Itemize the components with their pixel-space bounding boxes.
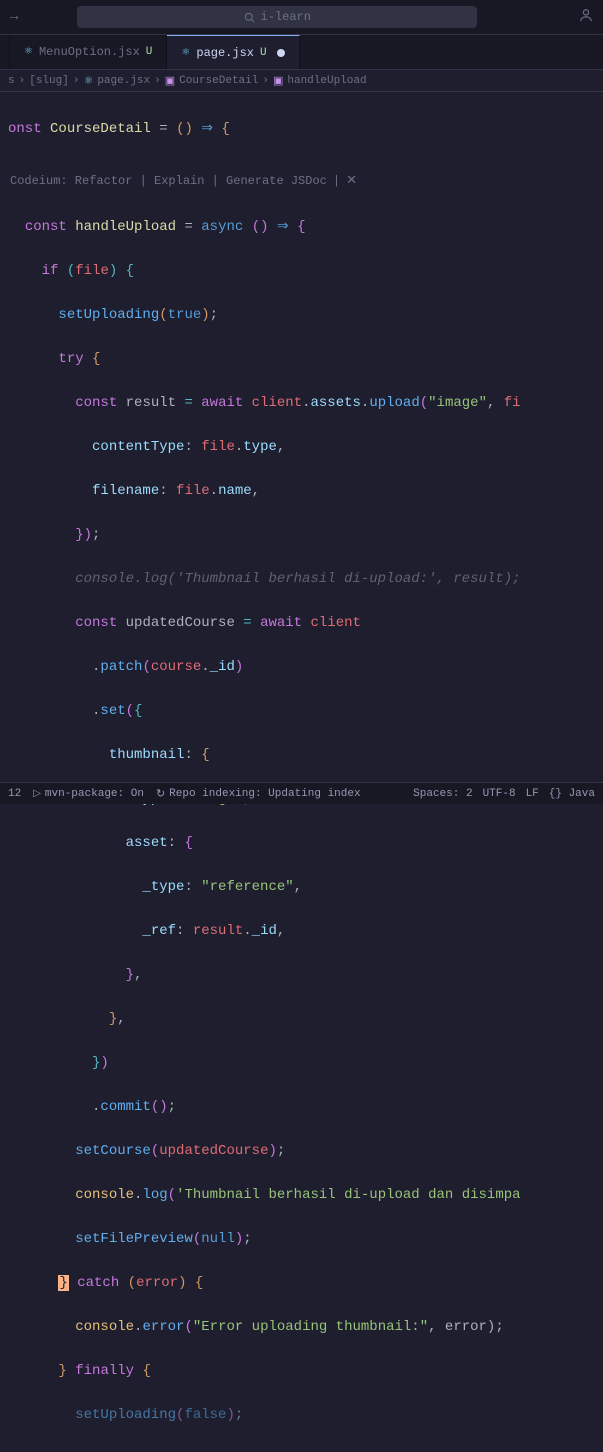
status-bar: 12 mvn-package: On Repo indexing: Updati…	[0, 782, 603, 804]
play-icon	[33, 788, 41, 800]
react-icon: ⚛	[24, 46, 33, 58]
code-editor[interactable]: onst CourseDetail = () ⇒ { Codeium: Refa…	[0, 92, 603, 1452]
status-mvn[interactable]: mvn-package: On	[33, 788, 144, 800]
tab-menuoption[interactable]: ⚛ MenuOption.jsx U	[10, 35, 167, 69]
chevron-right-icon: ›	[73, 75, 80, 87]
status-line-number[interactable]: 12	[8, 788, 21, 800]
status-eol[interactable]: LF	[526, 788, 539, 800]
account-icon[interactable]	[579, 8, 593, 27]
status-language[interactable]: {} Java	[549, 788, 595, 800]
dirty-indicator-icon	[277, 49, 285, 57]
tab-git-status: U	[260, 47, 267, 59]
breadcrumb-item[interactable]: page.jsx	[97, 75, 150, 87]
codelens-sep: |	[333, 170, 340, 192]
tab-page-active[interactable]: ⚛ page.jsx U	[167, 35, 299, 69]
breadcrumb-item[interactable]: s	[8, 75, 15, 87]
react-icon: ⚛	[83, 74, 93, 88]
breadcrumb-item[interactable]: [slug]	[29, 75, 69, 87]
codelens[interactable]: Codeium: Refactor | Explain | Generate J…	[8, 170, 603, 192]
status-encoding[interactable]: UTF-8	[483, 788, 516, 800]
search-icon	[244, 12, 255, 23]
status-repo-indexing[interactable]: Repo indexing: Updating index	[156, 787, 361, 801]
react-icon: ⚛	[181, 47, 190, 59]
tab-label: MenuOption.jsx	[39, 45, 140, 59]
title-bar: → i-learn	[0, 0, 603, 35]
breadcrumb-item[interactable]: handleUpload	[287, 75, 366, 87]
search-placeholder: i-learn	[261, 10, 311, 24]
breadcrumb[interactable]: s › [slug] › ⚛ page.jsx › ▣ CourseDetail…	[0, 70, 603, 92]
editor-tabs: ⚛ MenuOption.jsx U ⚛ page.jsx U	[0, 35, 603, 70]
nav-forward-icon[interactable]: →	[10, 9, 18, 25]
chevron-right-icon: ›	[154, 75, 161, 87]
command-center-search[interactable]: i-learn	[77, 6, 477, 28]
breadcrumb-item[interactable]: CourseDetail	[179, 75, 258, 87]
status-spaces[interactable]: Spaces: 2	[413, 788, 472, 800]
tab-label: page.jsx	[196, 46, 254, 60]
close-icon[interactable]: ✕	[346, 170, 357, 192]
chevron-right-icon: ›	[19, 75, 26, 87]
sync-icon	[156, 787, 165, 801]
symbol-variable-icon: ▣	[165, 74, 175, 88]
chevron-right-icon: ›	[262, 75, 269, 87]
tab-partial[interactable]	[0, 35, 10, 69]
symbol-method-icon: ▣	[273, 74, 283, 88]
tab-git-status: U	[146, 46, 153, 58]
